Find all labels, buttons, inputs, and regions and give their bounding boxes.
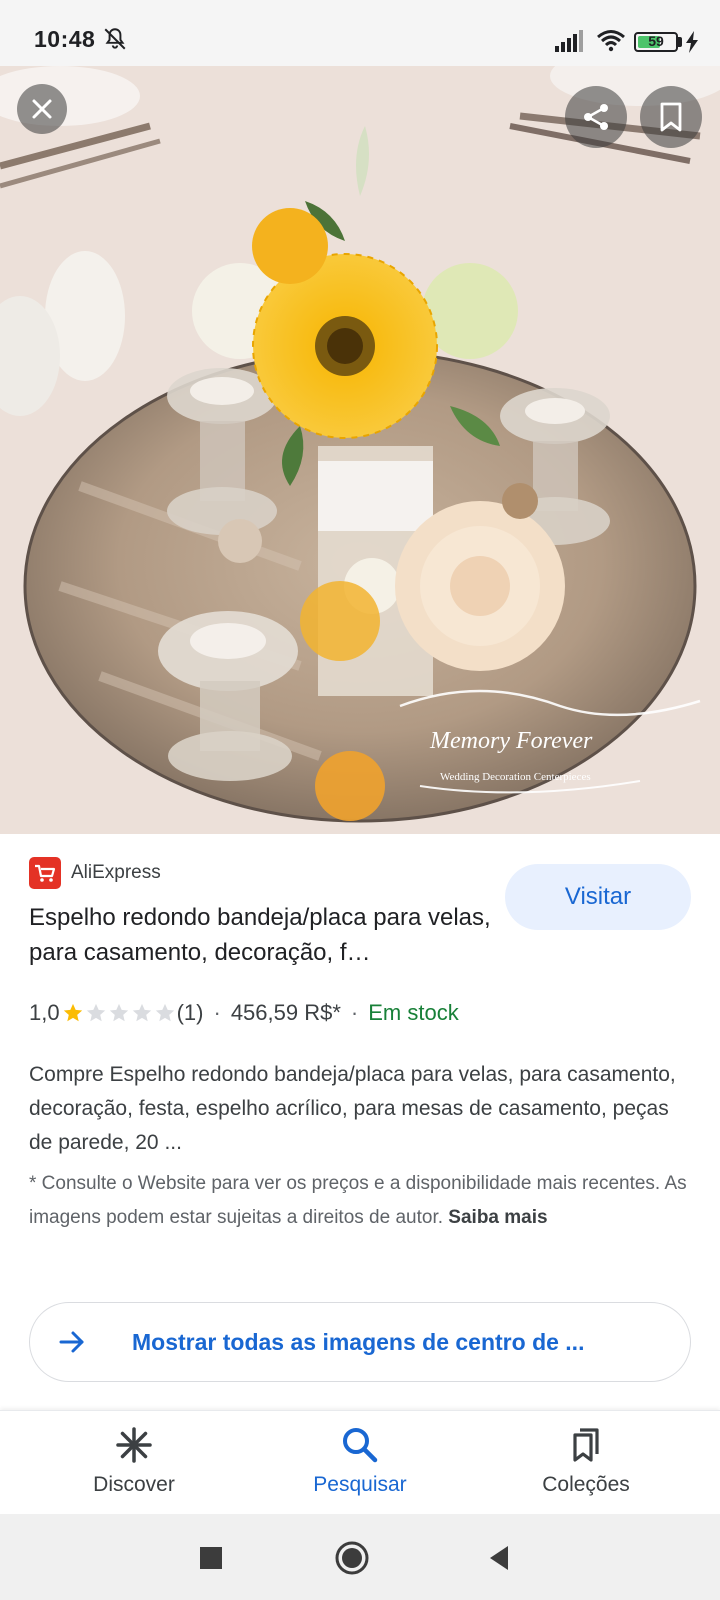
status-bar: 10:48 59 [0, 0, 720, 66]
result-title[interactable]: Espelho redondo bandeja/placa para velas… [29, 900, 499, 970]
close-icon [32, 99, 52, 119]
disclaimer-text: * Consulte o Website para ver os preços … [29, 1173, 687, 1228]
result-image[interactable]: Memory Forever Wedding Decoration Center… [0, 66, 720, 834]
watermark-title: Memory Forever [429, 728, 593, 754]
arrow-right-icon [59, 1331, 84, 1353]
collections-icon [573, 1428, 599, 1462]
signal-icon [555, 30, 583, 52]
save-button[interactable] [640, 86, 702, 148]
separator: · [350, 1000, 359, 1025]
system-navigation-bar [0, 1514, 720, 1600]
share-icon [584, 104, 608, 130]
search-icon [343, 1428, 378, 1463]
nav-search-label: Pesquisar [313, 1473, 407, 1496]
source-name: AliExpress [71, 862, 161, 883]
centerpiece-photo: Memory Forever Wedding Decoration Center… [0, 66, 720, 834]
battery-icon: 59 [634, 32, 678, 52]
share-button[interactable] [565, 86, 627, 148]
charging-bolt-icon [686, 31, 698, 53]
star-empty-icon [109, 1003, 128, 1022]
close-button[interactable] [17, 84, 67, 134]
visit-button[interactable]: Visitar [505, 864, 691, 930]
disclaimer: * Consulte o Website para ver os preços … [29, 1167, 689, 1235]
nav-discover[interactable]: Discover [34, 1411, 234, 1515]
asterisk-icon [116, 1427, 152, 1463]
status-time: 10:48 [34, 26, 96, 52]
result-description: Compre Espelho redondo bandeja/placa par… [29, 1063, 676, 1154]
product-meta: 1,0 (1) · 456,59 R$* · Em stock [29, 998, 459, 1028]
star-filled-icon [63, 1003, 82, 1022]
learn-more-link[interactable]: Saiba mais [448, 1207, 547, 1228]
home-icon[interactable] [334, 1540, 370, 1576]
wifi-icon [597, 30, 625, 52]
nav-discover-label: Discover [93, 1473, 175, 1496]
rating-value: 1,0 [29, 1000, 60, 1025]
bell-off-icon [104, 28, 126, 50]
star-empty-icon [155, 1003, 174, 1022]
show-all-images-label: Mostrar todas as imagens de centro de ..… [132, 1328, 585, 1355]
review-count: (1) [176, 1000, 204, 1025]
nav-collections-label: Coleções [542, 1473, 630, 1496]
rating-stars [62, 1002, 177, 1024]
separator: · [213, 1000, 221, 1025]
battery-cap [678, 37, 682, 47]
bookmark-icon [660, 102, 682, 132]
aliexpress-logo-icon [29, 857, 61, 889]
star-empty-icon [86, 1003, 105, 1022]
back-icon[interactable] [482, 1540, 518, 1576]
nav-search[interactable]: Pesquisar [260, 1411, 460, 1515]
star-empty-icon [132, 1003, 151, 1022]
source-row[interactable]: AliExpress [29, 857, 161, 889]
watermark-subtitle: Wedding Decoration Centerpieces [440, 771, 591, 783]
recents-icon[interactable] [193, 1540, 229, 1576]
availability: Em stock [368, 1000, 459, 1025]
price: 456,59 R$* [230, 1000, 341, 1025]
battery-percent: 59 [648, 33, 664, 49]
bottom-navigation: Discover Pesquisar Coleções [0, 1410, 720, 1514]
nav-collections[interactable]: Coleções [486, 1411, 686, 1515]
show-all-images-button[interactable]: Mostrar todas as imagens de centro de ..… [29, 1302, 691, 1382]
